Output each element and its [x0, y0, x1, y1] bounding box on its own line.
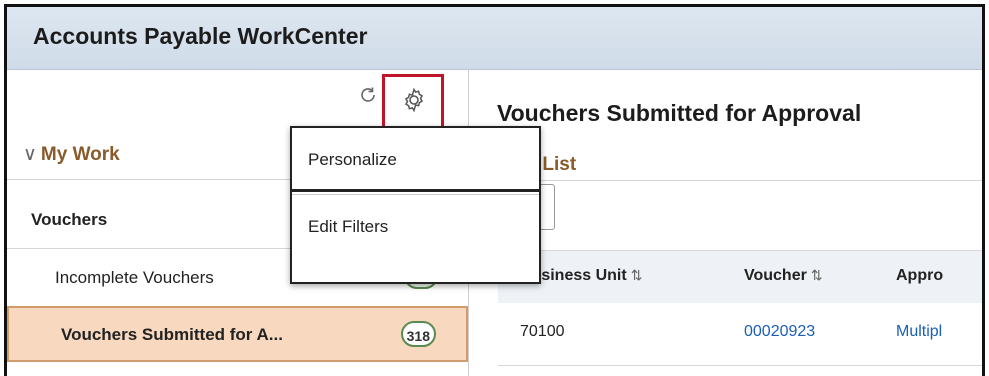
sort-icon[interactable]: ⇅	[631, 267, 643, 283]
list-item-label: Vouchers Submitted for A...	[61, 325, 283, 344]
title-bar: Accounts Payable WorkCenter	[7, 7, 982, 70]
count-badge: 318	[400, 321, 436, 347]
gear-context-menu: Personalize Edit Filters	[290, 126, 541, 284]
cell-approver-link[interactable]: Multipl	[896, 323, 942, 341]
main-panel: Vouchers Submitted for Approval cher Lis…	[469, 70, 982, 376]
column-header-approver[interactable]: Appro	[896, 267, 943, 285]
refresh-icon[interactable]	[357, 84, 379, 106]
gear-highlight-box	[382, 74, 444, 129]
cell-voucher-link[interactable]: 00020923	[744, 323, 815, 341]
divider	[469, 180, 982, 181]
my-work-label: My Work	[40, 144, 120, 165]
list-item-selected[interactable]: Vouchers Submitted for A... 318	[7, 306, 468, 362]
column-label: Voucher	[744, 267, 807, 284]
workcenter-window: Accounts Payable WorkCenter ∨ My Work Vou…	[4, 4, 985, 376]
my-work-toggle[interactable]: ∨ My Work	[23, 143, 120, 166]
menu-item-personalize[interactable]: Personalize	[292, 128, 539, 192]
section-title: Vouchers	[31, 210, 108, 229]
menu-item-edit-filters[interactable]: Edit Filters	[292, 194, 539, 258]
gear-icon[interactable]	[401, 87, 427, 113]
chevron-down-icon: ∨	[23, 144, 37, 165]
list-item-label: Incomplete Vouchers	[55, 268, 214, 287]
page-title: Vouchers Submitted for Approval	[497, 100, 862, 126]
cell-business-unit: 70100	[520, 323, 565, 340]
table-row[interactable]: 70100 00020923 Multipl	[498, 303, 982, 366]
table-header: Business Unit ⇅ Voucher ⇅ Appro	[498, 250, 982, 304]
page-header-title: Accounts Payable WorkCenter	[33, 23, 368, 49]
column-header-voucher[interactable]: Voucher ⇅	[744, 267, 823, 285]
sort-icon[interactable]: ⇅	[811, 267, 823, 283]
